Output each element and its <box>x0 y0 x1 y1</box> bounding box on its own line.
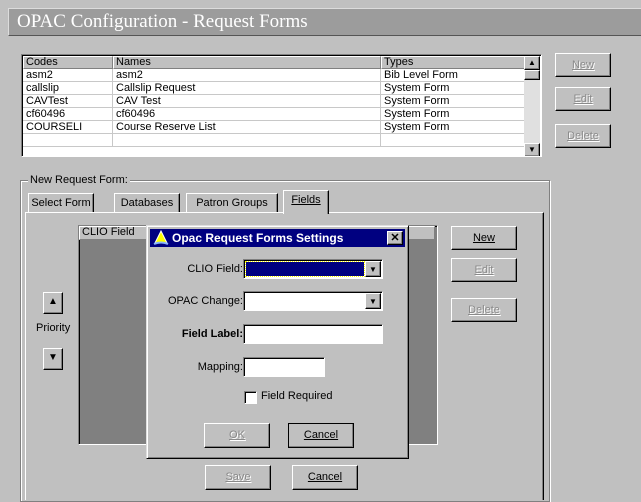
cell-type: System Form <box>381 108 525 121</box>
ok-button[interactable]: OK <box>204 423 270 448</box>
priority-down-icon[interactable]: ▼ <box>43 348 63 370</box>
dropdown-arrow-icon[interactable]: ▼ <box>365 261 381 277</box>
field-label-input[interactable] <box>243 324 383 344</box>
ok-label: OK <box>229 429 245 441</box>
clio-field-select[interactable]: ▼ <box>243 259 383 279</box>
cell-code: callslip <box>23 82 113 95</box>
dialog-cancel-button[interactable]: Cancel <box>288 423 354 448</box>
tab-databases[interactable]: Databases <box>114 193 180 213</box>
dialog-titlebar: Opac Request Forms Settings ✕ <box>150 229 405 247</box>
dialog-cancel-label: Cancel <box>303 429 339 441</box>
cell-type: System Form <box>381 95 525 108</box>
cell-name: asm2 <box>113 69 381 82</box>
column-header-types[interactable]: Types <box>381 56 525 69</box>
scroll-up-icon[interactable]: ▲ <box>524 56 540 70</box>
table-row[interactable]: COURSELI Course Reserve List System Form <box>23 121 525 134</box>
column-header-names[interactable]: Names <box>113 56 381 69</box>
edit-form-label: Edit <box>573 93 593 105</box>
table-row-partial[interactable] <box>23 134 525 147</box>
tab-label: Select Form <box>31 197 91 209</box>
tab-patron-groups[interactable]: Patron Groups <box>186 193 278 213</box>
delete-form-label: Delete <box>567 130 599 142</box>
cell-code: COURSELI <box>23 121 113 134</box>
cancel-label: Cancel <box>307 471 343 483</box>
delete-field-button[interactable]: Delete <box>451 298 517 322</box>
delete-form-button[interactable]: Delete <box>555 124 611 148</box>
field-label-label: Field Label: <box>181 328 243 340</box>
edit-field-label: Edit <box>474 264 494 276</box>
cell-name: Callslip Request <box>113 82 381 95</box>
cell-type: Bib Level Form <box>381 69 525 82</box>
selection-highlight <box>245 261 365 277</box>
window-title: OPAC Configuration - Request Forms <box>17 11 308 32</box>
column-header-codes[interactable]: Codes <box>23 56 113 69</box>
table-row[interactable]: cf60496 cf60496 System Form <box>23 108 525 121</box>
cell-name: cf60496 <box>113 108 381 121</box>
tab-select-form[interactable]: Select Form <box>28 193 94 213</box>
cancel-button[interactable]: Cancel <box>292 465 358 490</box>
field-required-label: Field Required <box>261 390 333 402</box>
cell-code <box>23 134 113 147</box>
new-field-label: New <box>472 232 495 244</box>
tab-label: Fields <box>291 194 321 206</box>
cell-type <box>381 134 525 147</box>
dialog-title: Opac Request Forms Settings <box>172 231 344 245</box>
field-required-checkbox[interactable] <box>244 391 257 404</box>
table-row[interactable]: asm2 asm2 Bib Level Form <box>23 69 525 82</box>
cell-code: CAVTest <box>23 95 113 108</box>
tab-fields[interactable]: Fields <box>283 190 329 214</box>
dialog-app-icon <box>153 229 169 246</box>
cell-name <box>113 134 381 147</box>
mapping-label: Mapping: <box>197 361 243 373</box>
grid-header-label: CLIO Field <box>82 226 135 238</box>
mapping-input[interactable] <box>243 357 325 377</box>
delete-field-label: Delete <box>468 304 500 316</box>
table-row[interactable]: callslip Callslip Request System Form <box>23 82 525 95</box>
new-field-button[interactable]: New <box>451 226 517 250</box>
cell-name: Course Reserve List <box>113 121 381 134</box>
scroll-down-icon[interactable]: ▼ <box>524 143 540 156</box>
cell-type: System Form <box>381 121 525 134</box>
window-titlebar: OPAC Configuration - Request Forms <box>8 8 641 36</box>
cell-type: System Form <box>381 82 525 95</box>
close-icon[interactable]: ✕ <box>387 231 403 245</box>
priority-up-icon[interactable]: ▲ <box>43 292 63 314</box>
cell-name: CAV Test <box>113 95 381 108</box>
clio-field-label: CLIO Field: <box>187 263 243 275</box>
save-button[interactable]: Save <box>205 465 271 490</box>
group-label: New Request Form: <box>28 174 130 186</box>
list-vertical-scrollbar[interactable]: ▲ ▼ <box>524 56 540 156</box>
request-forms-list[interactable]: Codes Names Types asm2 asm2 Bib Level Fo… <box>21 54 542 157</box>
edit-form-button[interactable]: Edit <box>555 87 611 111</box>
scroll-thumb[interactable] <box>524 70 540 80</box>
priority-label: Priority <box>36 322 71 334</box>
new-form-button[interactable]: New <box>555 53 611 77</box>
edit-field-button[interactable]: Edit <box>451 258 517 282</box>
cell-code: asm2 <box>23 69 113 82</box>
opac-change-select[interactable]: ▼ <box>243 291 383 311</box>
opac-change-label: OPAC Change: <box>167 295 243 307</box>
tab-label: Databases <box>120 197 174 209</box>
opac-request-forms-settings-dialog: Opac Request Forms Settings ✕ CLIO Field… <box>146 225 409 459</box>
cell-code: cf60496 <box>23 108 113 121</box>
new-form-label: New <box>571 59 594 71</box>
tab-label: Patron Groups <box>196 197 268 209</box>
save-label: Save <box>225 471 251 483</box>
table-row[interactable]: CAVTest CAV Test System Form <box>23 95 525 108</box>
dropdown-arrow-icon[interactable]: ▼ <box>365 293 381 309</box>
